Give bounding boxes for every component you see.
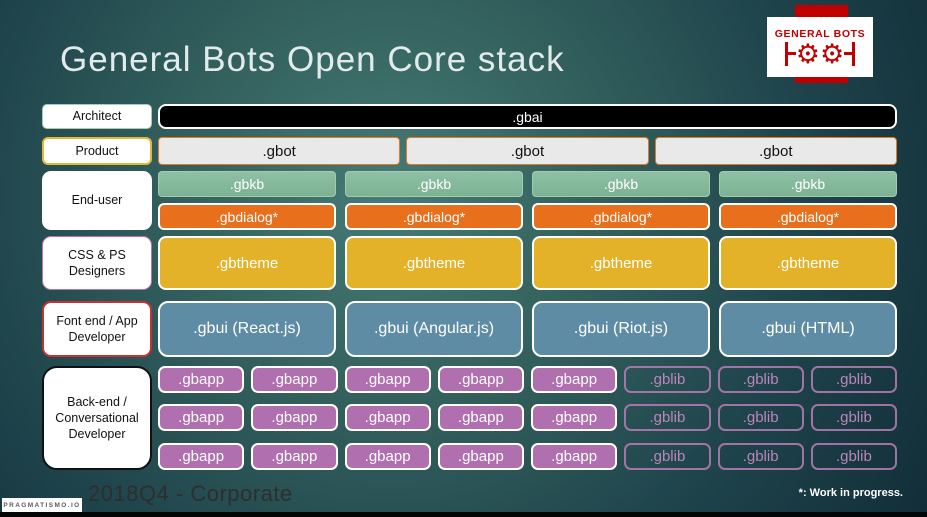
row-label-product: Product [42, 137, 152, 165]
gblib-block: .gblib [624, 404, 711, 431]
slide-bottom-edge [0, 512, 927, 517]
slide-canvas: General Bots Open Core stack GENERAL BOT… [0, 0, 927, 517]
gbapp-block: .gbapp [344, 366, 431, 393]
gbkb-block: .gbkb [158, 171, 336, 197]
row-label-end-user: End-user [42, 171, 152, 230]
gbtheme-block: .gbtheme [532, 236, 710, 290]
gear-icon: ⚙ [795, 38, 820, 69]
gbapp-block: .gbapp [344, 443, 431, 470]
row-gbdialog: .gbdialog* .gbdialog* .gbdialog* .gbdial… [158, 203, 897, 230]
row-label-architect: Architect [42, 104, 152, 129]
pragmatismo-logo: PRAGMATISMO.IO [2, 498, 82, 513]
gbdialog-block: .gbdialog* [158, 203, 336, 230]
gbkb-block: .gbkb [532, 171, 710, 197]
row-gbapp-1: .gbapp .gbapp .gbapp .gbapp .gbapp .gbli… [158, 366, 897, 393]
row-label-front-end-app-developer: Font end / App Developer [42, 301, 152, 357]
logo-wordmark: GENERAL BOTS [774, 27, 866, 40]
gbapp-block: .gbapp [158, 404, 245, 431]
work-in-progress-note: *: Work in progress. [798, 487, 903, 499]
gbkb-block: .gbkb [719, 171, 897, 197]
gbapp-block: .gbapp [437, 366, 524, 393]
row-gbapp-3: .gbapp .gbapp .gbapp .gbapp .gbapp .gbli… [158, 443, 897, 470]
gbtheme-block: .gbtheme [345, 236, 523, 290]
gbot-block: .gbot [654, 137, 897, 165]
gbapp-block: .gbapp [251, 404, 338, 431]
general-bots-logo: GENERAL BOTS ⚙ ⚙ [767, 17, 873, 77]
gbapp-block: .gbapp [531, 366, 618, 393]
gbapp-block: .gbapp [158, 443, 245, 470]
gbui-react-block: .gbui (React.js) [158, 301, 336, 357]
row-gbai: .gbai [158, 104, 897, 129]
axle-right-icon [844, 42, 856, 66]
gblib-block: .gblib [717, 404, 804, 431]
page-title: General Bots Open Core stack [60, 40, 565, 79]
gbapp-block: .gbapp [437, 443, 524, 470]
gblib-block: .gblib [624, 443, 711, 470]
gear-icon: ⚙ [820, 38, 845, 69]
gbui-riot-block: .gbui (Riot.js) [532, 301, 710, 357]
gbdialog-block: .gbdialog* [345, 203, 523, 230]
gblib-block: .gblib [717, 443, 804, 470]
gbapp-block: .gbapp [344, 404, 431, 431]
gears-icon: ⚙ ⚙ [784, 38, 856, 69]
gblib-block: .gblib [717, 366, 804, 393]
gbui-angular-block: .gbui (Angular.js) [345, 301, 523, 357]
row-gbot: .gbot .gbot .gbot [158, 137, 897, 165]
gbkb-block: .gbkb [345, 171, 523, 197]
row-gbui: .gbui (React.js) .gbui (Angular.js) .gbu… [158, 301, 897, 357]
gbdialog-block: .gbdialog* [532, 203, 710, 230]
gbui-html-block: .gbui (HTML) [719, 301, 897, 357]
footer-caption: 2018Q4 - Corporate [88, 481, 293, 506]
row-gbtheme: .gbtheme .gbtheme .gbtheme .gbtheme [158, 236, 897, 290]
gbot-block: .gbot [406, 137, 649, 165]
gbapp-block: .gbapp [531, 443, 618, 470]
row-gbapp-2: .gbapp .gbapp .gbapp .gbapp .gbapp .gbli… [158, 404, 897, 431]
row-label-back-end-conversational-developer: Back-end / Conversational Developer [42, 366, 152, 470]
gbapp-block: .gbapp [251, 366, 338, 393]
row-gbkb: .gbkb .gbkb .gbkb .gbkb [158, 171, 897, 197]
gbdialog-block: .gbdialog* [719, 203, 897, 230]
gbapp-block: .gbapp [437, 404, 524, 431]
gbai-block: .gbai [158, 104, 897, 129]
axle-left-icon [784, 42, 796, 66]
gbtheme-block: .gbtheme [719, 236, 897, 290]
gblib-block: .gblib [624, 366, 711, 393]
gbtheme-block: .gbtheme [158, 236, 336, 290]
gbot-block: .gbot [158, 137, 401, 165]
gblib-block: .gblib [810, 404, 897, 431]
gbapp-block: .gbapp [531, 404, 618, 431]
row-label-css-ps-designers: CSS & PS Designers [42, 236, 152, 290]
gbapp-block: .gbapp [251, 443, 338, 470]
gblib-block: .gblib [810, 443, 897, 470]
gbapp-block: .gbapp [158, 366, 245, 393]
gblib-block: .gblib [810, 366, 897, 393]
